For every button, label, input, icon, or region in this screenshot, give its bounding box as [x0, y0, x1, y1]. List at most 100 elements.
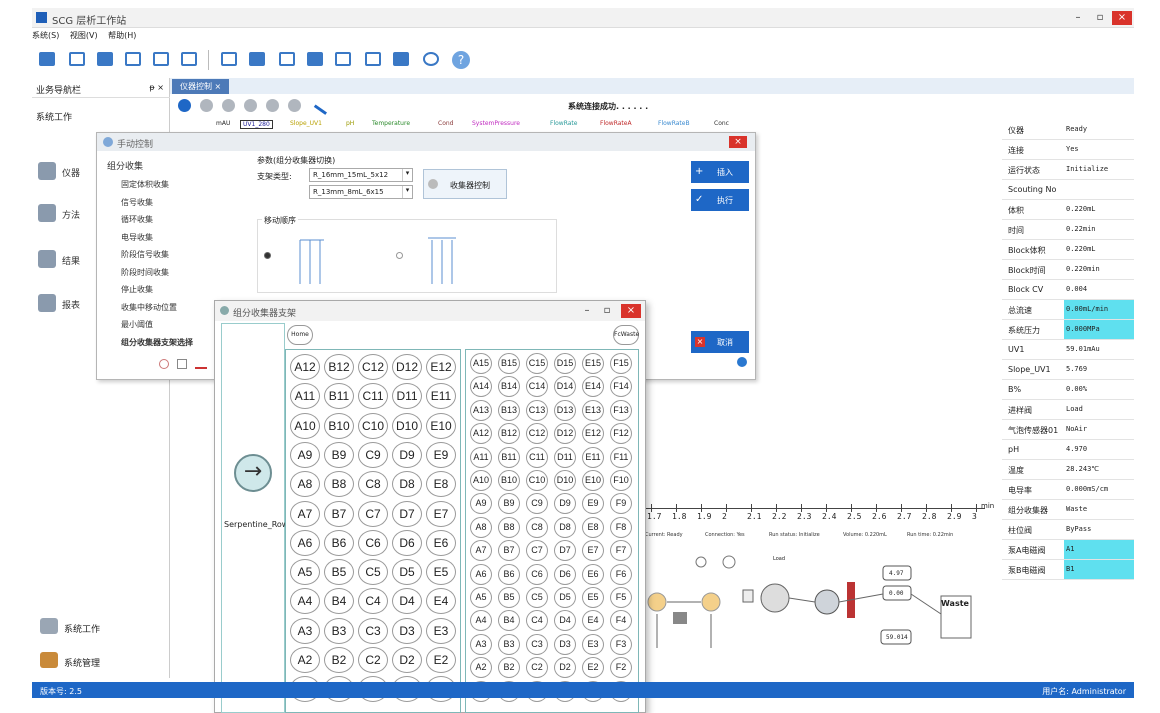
pause-icon[interactable] — [222, 99, 235, 112]
rack-well[interactable]: C9 — [358, 441, 388, 468]
rack-well[interactable]: C8 — [526, 516, 548, 538]
collection-mode-item[interactable]: 信号收集 — [121, 197, 153, 208]
rack-well[interactable]: C4 — [526, 610, 548, 632]
rack-well[interactable]: D8 — [554, 516, 576, 538]
rack-well[interactable]: D12 — [392, 354, 422, 380]
rack-well[interactable]: D3 — [554, 633, 576, 655]
rack-well[interactable]: D7 — [392, 500, 422, 527]
rack-well[interactable]: E7 — [426, 500, 456, 527]
stop-icon[interactable] — [159, 359, 169, 369]
rack-well[interactable]: C3 — [358, 617, 388, 644]
rack-well[interactable]: F6 — [610, 563, 632, 585]
rack-well[interactable]: C14 — [526, 376, 548, 398]
rack-well[interactable]: F4 — [610, 610, 632, 632]
printer-icon[interactable] — [122, 49, 144, 71]
rack-well[interactable]: A2 — [470, 657, 492, 679]
collection-mode-item[interactable]: 最小阈值 — [121, 319, 153, 330]
rack-well[interactable]: D10 — [392, 412, 422, 439]
rack-well[interactable]: A6 — [470, 563, 492, 585]
maximize-button[interactable]: ▫ — [1090, 11, 1110, 25]
rack-well[interactable]: E8 — [426, 471, 456, 498]
rack-well[interactable]: B8 — [324, 471, 354, 498]
maximize-button[interactable]: ▫ — [597, 304, 617, 318]
rack-well[interactable]: B15 — [498, 353, 520, 374]
chart-icon[interactable] — [195, 359, 207, 369]
rack-well[interactable]: D13 — [554, 399, 576, 421]
rack-well[interactable]: E9 — [582, 493, 604, 515]
rack-well[interactable]: D8 — [392, 471, 422, 498]
rack-well[interactable]: E5 — [582, 587, 604, 608]
rack-well[interactable]: A12 — [290, 354, 320, 380]
info-icon[interactable] — [737, 357, 747, 367]
collection-group-header[interactable]: 组分收集 — [107, 159, 143, 172]
rack-type-select-1[interactable]: R_16mm_15mL_5x12 ▾ — [309, 168, 413, 182]
rack-well[interactable]: D5 — [554, 587, 576, 608]
rack-well[interactable]: C12 — [526, 423, 548, 445]
rack-well[interactable]: D5 — [392, 559, 422, 586]
rack-well[interactable]: B12 — [324, 354, 354, 380]
rack-well[interactable]: B6 — [324, 529, 354, 556]
menu-view[interactable]: 视图(V) — [70, 31, 98, 40]
rack-well[interactable]: C8 — [358, 471, 388, 498]
rack-well[interactable]: B7 — [324, 500, 354, 527]
rack-well[interactable]: A8 — [290, 471, 320, 498]
layout-icon[interactable] — [246, 49, 268, 71]
record-icon[interactable] — [200, 99, 213, 112]
rack-well[interactable]: A11 — [470, 446, 492, 468]
minimize-button[interactable]: – — [1068, 11, 1088, 25]
rack-well[interactable]: E3 — [426, 617, 456, 644]
menu-system[interactable]: 系统(S) — [32, 31, 59, 40]
rack-well[interactable]: B7 — [498, 540, 520, 562]
rack-well[interactable]: D2 — [554, 657, 576, 679]
rack-type-select-2[interactable]: R_13mm_8mL_6x15 ▾ — [309, 185, 413, 199]
rack-well[interactable]: B2 — [324, 647, 354, 673]
window-icon[interactable] — [218, 49, 240, 71]
rack-well[interactable]: E10 — [582, 470, 604, 491]
rack-well[interactable]: B9 — [324, 441, 354, 468]
play-icon[interactable] — [178, 99, 191, 112]
rack-well[interactable]: B9 — [498, 493, 520, 515]
rack-well[interactable]: F9 — [610, 493, 632, 515]
rack-well[interactable]: B3 — [498, 633, 520, 655]
rack-well[interactable]: A15 — [470, 353, 492, 374]
next-icon[interactable] — [244, 99, 257, 112]
rack-well[interactable]: C15 — [526, 353, 548, 374]
rack-well[interactable]: B3 — [324, 617, 354, 644]
rack-well[interactable]: C13 — [526, 399, 548, 421]
rack-well[interactable]: E4 — [582, 610, 604, 632]
rack-well[interactable]: C11 — [526, 446, 548, 468]
rack-well[interactable]: D9 — [554, 493, 576, 515]
rack-well[interactable]: F10 — [610, 470, 632, 491]
rack-well[interactable]: E5 — [426, 559, 456, 586]
minimize-button[interactable]: – — [577, 304, 597, 318]
rack-well[interactable]: E11 — [582, 446, 604, 468]
close-button[interactable]: × — [729, 136, 747, 148]
rack-well[interactable]: A3 — [470, 633, 492, 655]
rack-well[interactable]: C3 — [526, 633, 548, 655]
panel-pin-button[interactable]: ᵽ × — [149, 83, 164, 92]
screen-icon[interactable] — [94, 49, 116, 71]
collection-mode-item[interactable]: 收集中移动位置 — [121, 302, 177, 313]
rack-well[interactable]: A7 — [470, 540, 492, 562]
rack-well[interactable]: C5 — [526, 587, 548, 608]
close-button[interactable]: × — [621, 304, 641, 318]
radio-row-order[interactable] — [396, 252, 403, 259]
radio-serpentine[interactable] — [264, 252, 271, 259]
rack-well[interactable]: D12 — [554, 423, 576, 445]
rack-well[interactable]: A9 — [290, 441, 320, 468]
rack-well[interactable]: A12 — [470, 423, 492, 445]
rack-well[interactable]: A4 — [470, 610, 492, 632]
rack-well[interactable]: E4 — [426, 588, 456, 615]
rack-well[interactable]: D7 — [554, 540, 576, 562]
rack-well[interactable]: C5 — [358, 559, 388, 586]
rack-well[interactable]: C11 — [358, 383, 388, 410]
rack-well[interactable]: A10 — [470, 470, 492, 491]
rack-well[interactable]: A4 — [290, 588, 320, 615]
rack-well[interactable]: D11 — [554, 446, 576, 468]
rack-well[interactable]: B10 — [498, 470, 520, 491]
rack-well[interactable]: B13 — [498, 399, 520, 421]
rack-well[interactable]: A3 — [290, 617, 320, 644]
rack-well[interactable]: F5 — [610, 587, 632, 608]
lock-icon[interactable] — [390, 49, 412, 71]
rack-well[interactable]: B11 — [324, 383, 354, 410]
